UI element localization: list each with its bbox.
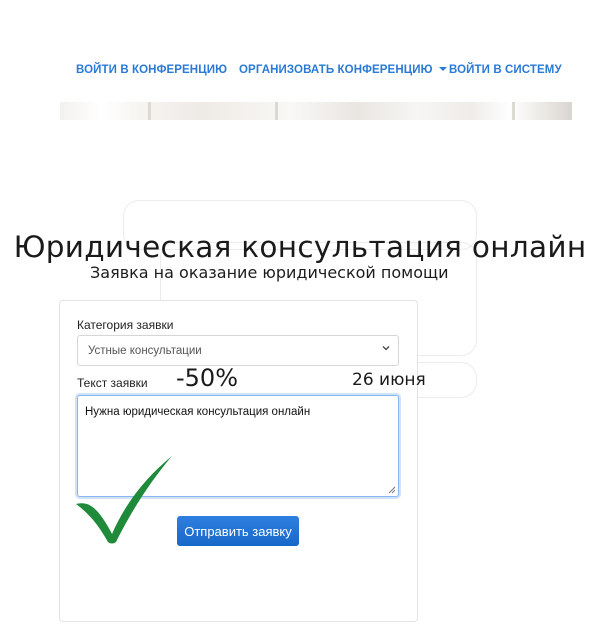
chevron-down-icon — [382, 346, 390, 351]
top-nav: ВОЙТИ В КОНФЕРЕНЦИЮ ОРГАНИЗОВАТЬ КОНФЕРЕ… — [0, 64, 600, 84]
nav-login[interactable]: ВОЙТИ В СИСТЕМУ — [449, 64, 562, 76]
page-title: Юридическая консультация онлайн — [13, 229, 587, 264]
form-heading: Заявка на оказание юридической помощи — [90, 263, 449, 282]
hero-image-strip — [60, 102, 572, 120]
promo-date: 26 июня — [352, 370, 426, 390]
checkmark-icon — [76, 456, 172, 544]
request-text-value: Нужна юридическая консультация онлайн — [85, 406, 311, 418]
submit-request-button[interactable]: Отправить заявку — [177, 516, 299, 546]
category-select-value: Устные консультации — [88, 345, 202, 357]
category-select[interactable]: Устные консультации — [77, 335, 399, 366]
nav-organize-conference[interactable]: ОРГАНИЗОВАТЬ КОНФЕРЕНЦИЮ — [239, 64, 447, 76]
hero-detail — [512, 102, 515, 120]
hero-detail — [148, 102, 151, 120]
hero-detail — [275, 102, 278, 120]
request-text-label: Текст заявки — [77, 376, 148, 390]
promo-discount: -50% — [176, 364, 239, 392]
resize-handle-icon[interactable] — [388, 486, 396, 494]
category-label: Категория заявки — [77, 318, 174, 332]
nav-organize-conference-label: ОРГАНИЗОВАТЬ КОНФЕРЕНЦИЮ — [239, 64, 433, 76]
caret-down-icon — [438, 67, 447, 71]
nav-join-conference[interactable]: ВОЙТИ В КОНФЕРЕНЦИЮ — [76, 64, 227, 76]
